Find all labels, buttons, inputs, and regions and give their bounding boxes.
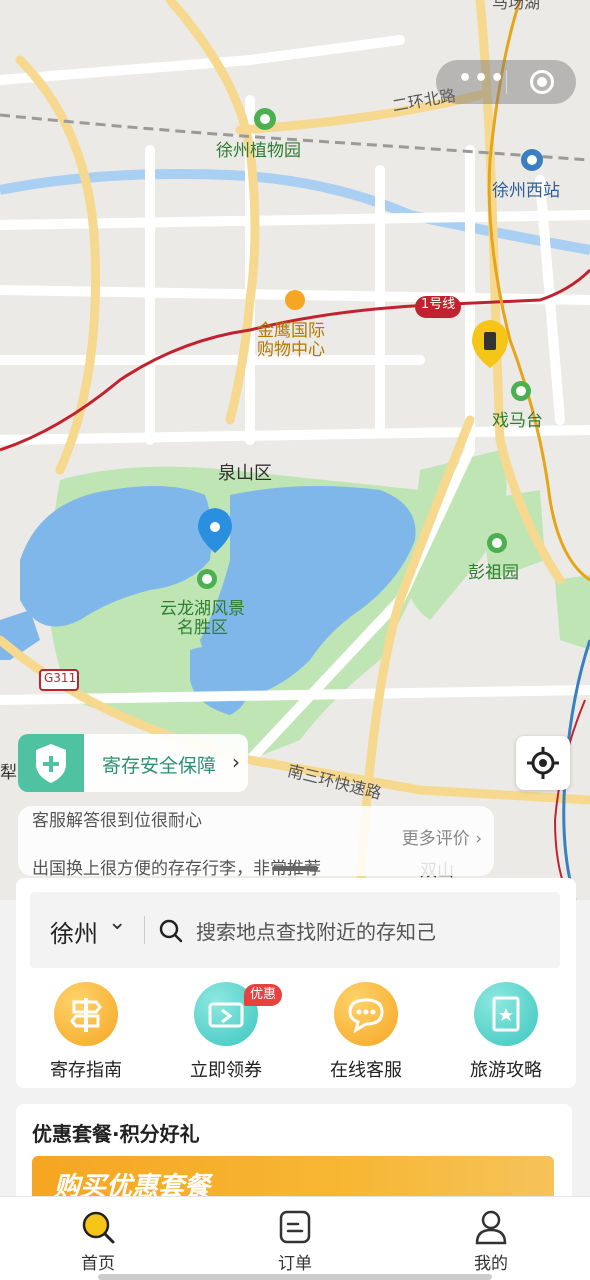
service-storage-guide[interactable]: 寄存指南 <box>16 982 156 1081</box>
service-label: 立即领券 <box>190 1060 262 1081</box>
more-dots-icon[interactable]: ••• <box>458 68 504 94</box>
mini-program-capsule: ••• <box>436 60 576 104</box>
service-label: 旅游攻略 <box>470 1060 542 1081</box>
chat-bubble-icon <box>334 982 398 1046</box>
coupon-badge: 优惠 <box>244 984 283 1006</box>
map-label-metro-line: 1号线 <box>421 297 456 312</box>
home-indicator <box>98 1274 492 1280</box>
service-online-support[interactable]: 在线客服 <box>296 982 436 1081</box>
search-input[interactable]: 搜索地点查找附近的存知己 <box>196 916 436 945</box>
tab-home[interactable]: 首页 <box>48 1207 148 1277</box>
search-divider <box>144 916 145 944</box>
map-label-g311: G311 <box>44 671 77 685</box>
map-label-ximatai[interactable]: 戏马台 <box>492 412 543 431</box>
target-circle-icon[interactable] <box>530 70 554 94</box>
tab-label: 订单 <box>278 1254 312 1274</box>
review-text-2: 出国换上很方便的存存行李，非常推荐 <box>32 859 321 876</box>
city-selector[interactable]: 徐州 <box>50 914 98 949</box>
service-travel-guide[interactable]: 旅游攻略 <box>436 982 576 1081</box>
shield-plus-icon <box>18 734 84 792</box>
more-reviews-link[interactable]: 更多评价 › <box>402 824 482 849</box>
service-label: 寄存指南 <box>50 1060 122 1081</box>
map-label-quanshan-district: 泉山区 <box>218 463 272 484</box>
service-card: 徐州 ⌄ 搜索地点查找附近的存知己 寄存指南 优惠 立即领券 在线客服 旅游攻略 <box>16 878 576 1088</box>
promo-title: 优惠套餐·积分好礼 <box>32 1122 200 1146</box>
review-card[interactable]: 客服解答很到位很耐心 更多评价 › 出国换上很方便的存存行李，非常推荐 <box>18 806 494 876</box>
home-search-icon <box>82 1211 115 1244</box>
chevron-right-icon: › <box>232 750 240 774</box>
guidebook-icon <box>474 982 538 1046</box>
map-label-west-station[interactable]: 徐州西站 <box>492 182 560 201</box>
map-label-botanical-garden[interactable]: 徐州植物园 <box>216 142 301 161</box>
storage-safety-banner[interactable]: 寄存安全保障 › <box>18 734 248 792</box>
order-list-icon <box>279 1210 311 1244</box>
map-label-top: 马场湖 <box>492 0 541 12</box>
safety-banner-label: 寄存安全保障 <box>102 755 217 777</box>
crosshair-icon <box>527 747 559 779</box>
tab-label: 首页 <box>81 1254 115 1274</box>
search-bar: 徐州 ⌄ 搜索地点查找附近的存知己 <box>30 892 560 968</box>
bottom-tab-bar: 首页 订单 我的 <box>0 1196 590 1280</box>
capsule-divider <box>506 70 507 94</box>
map-view[interactable]: 二环北路 徐州植物园 徐州西站 1号线 金鹰国际 购物中心 戏马台 泉山区 彭祖… <box>0 0 590 900</box>
tab-profile[interactable]: 我的 <box>441 1207 541 1277</box>
tab-orders[interactable]: 订单 <box>245 1207 345 1277</box>
sheet-drag-handle[interactable] <box>272 866 318 871</box>
chevron-down-icon[interactable]: ⌄ <box>108 910 126 935</box>
map-label-pengzu-garden[interactable]: 彭祖园 <box>468 564 519 583</box>
service-get-coupon[interactable]: 优惠 立即领券 <box>156 982 296 1081</box>
signpost-icon <box>54 982 118 1046</box>
user-icon <box>475 1210 507 1245</box>
locate-button[interactable] <box>516 736 570 790</box>
tab-label: 我的 <box>474 1254 508 1274</box>
map-label-jinying-mall[interactable]: 金鹰国际 购物中心 <box>257 322 325 360</box>
search-icon <box>159 919 183 943</box>
service-label: 在线客服 <box>330 1060 402 1081</box>
map-label-yunlong-lake[interactable]: 云龙湖风景 名胜区 <box>160 600 245 638</box>
review-text-1: 客服解答很到位很耐心 <box>32 811 202 831</box>
